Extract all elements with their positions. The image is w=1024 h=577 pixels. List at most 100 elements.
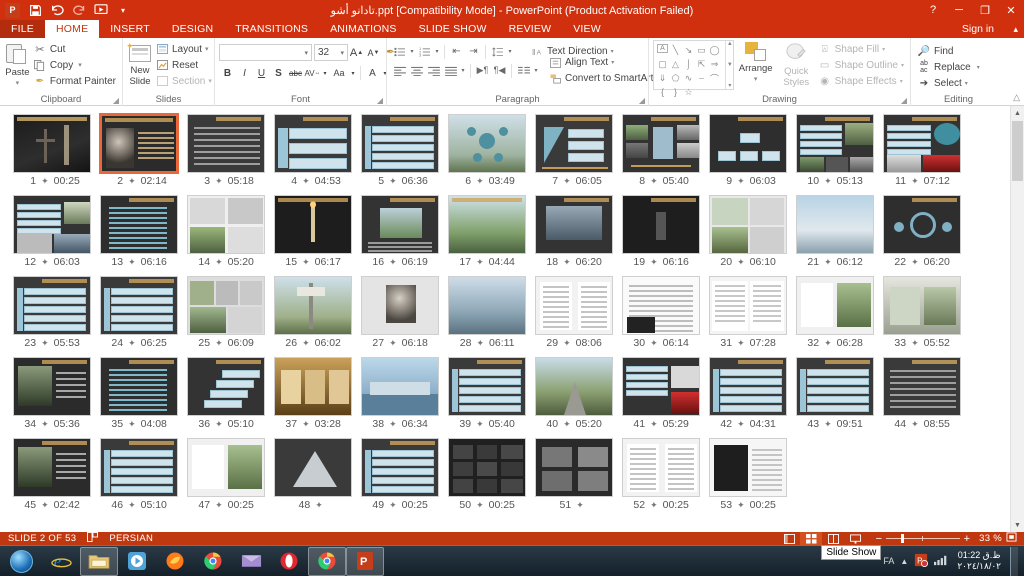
transition-star-icon[interactable]: ✦ — [911, 338, 919, 349]
slide-thumbnail-cell[interactable]: 38✦06:34 — [356, 357, 443, 432]
slide-thumbnail-cell[interactable]: 9✦06:03 — [704, 114, 791, 189]
new-slide-button[interactable]: ✦ New Slide — [127, 40, 153, 87]
transition-star-icon[interactable]: ✦ — [737, 176, 745, 187]
transition-star-icon[interactable]: ✦ — [389, 500, 397, 511]
transition-star-icon[interactable]: ✦ — [476, 176, 484, 187]
shapes-scroll-down-icon[interactable]: ▼ — [727, 62, 733, 68]
normal-view-button[interactable] — [778, 532, 800, 545]
columns-button[interactable] — [515, 63, 532, 79]
slide-thumbnail[interactable] — [796, 276, 874, 335]
shape-line-icon[interactable]: ╲ — [669, 43, 682, 57]
slide-thumbnail-cell[interactable]: 10✦05:13 — [791, 114, 878, 189]
drawing-dialog-launcher-icon[interactable]: ◢ — [901, 96, 907, 105]
slide-thumbnail-cell[interactable]: 39✦05:40 — [443, 357, 530, 432]
fit-to-window-button[interactable] — [1002, 532, 1020, 545]
tab-insert[interactable]: INSERT — [99, 20, 161, 38]
slide-thumbnail[interactable] — [796, 357, 874, 416]
justify-dropdown-icon[interactable]: ▾ — [459, 63, 467, 79]
slide-thumbnail[interactable] — [535, 438, 613, 497]
paste-button[interactable]: Paste ▾ — [4, 40, 31, 89]
shapes-gallery-scrollbar[interactable]: ▲ ▼ ▾ — [725, 41, 733, 89]
tab-slide-show[interactable]: SLIDE SHOW — [408, 20, 498, 38]
slide-thumbnail-cell[interactable]: 17✦04:44 — [443, 195, 530, 270]
slide-thumbnail[interactable] — [535, 276, 613, 335]
transition-star-icon[interactable]: ✦ — [650, 419, 658, 430]
shape-effects-button[interactable]: ◉ Shape Effects ▾ — [816, 73, 906, 89]
shapes-scroll-up-icon[interactable]: ▲ — [727, 41, 733, 47]
slide-thumbnail[interactable] — [13, 438, 91, 497]
slide-thumbnail[interactable] — [709, 357, 787, 416]
system-tray[interactable]: Slide Show FA ▲ P 01:22 ظ.ق ٢٠٢٤/١٨/٠٢ — [883, 547, 1024, 576]
opera-taskbar-icon[interactable] — [270, 547, 308, 576]
shape-arrow-icon[interactable]: ↘ — [682, 43, 695, 57]
slide-thumbnail[interactable] — [100, 438, 178, 497]
slide-thumbnail[interactable] — [535, 357, 613, 416]
numbering-button[interactable]: 123 — [416, 44, 433, 60]
notes-icon[interactable] — [87, 532, 98, 545]
right-to-left-button[interactable]: ¶◀ — [491, 63, 508, 79]
convert-to-smartart-button[interactable]: Convert to SmartArt ▾ — [546, 71, 661, 87]
slide-thumbnail[interactable] — [13, 114, 91, 173]
font-name-input[interactable]: ▾ — [219, 44, 312, 61]
section-button[interactable]: Section ▾ — [153, 73, 214, 89]
shape-fill-dropdown-icon[interactable]: ▾ — [882, 46, 885, 53]
firefox-taskbar-icon[interactable] — [156, 547, 194, 576]
slide-thumbnail[interactable] — [274, 114, 352, 173]
transition-star-icon[interactable]: ✦ — [128, 257, 136, 268]
transition-star-icon[interactable]: ✦ — [476, 257, 484, 268]
transition-star-icon[interactable]: ✦ — [563, 176, 571, 187]
scrollbar-thumb[interactable] — [1012, 121, 1023, 181]
reset-button[interactable]: Reset — [153, 57, 214, 73]
transition-star-icon[interactable]: ✦ — [650, 338, 658, 349]
mail-taskbar-icon[interactable] — [232, 547, 270, 576]
shape-outline-button[interactable]: ▭ Shape Outline ▾ — [816, 57, 906, 73]
transition-star-icon[interactable]: ✦ — [476, 500, 484, 511]
transition-star-icon[interactable]: ✦ — [128, 338, 136, 349]
align-right-button[interactable] — [425, 63, 442, 79]
replace-button[interactable]: abac Replace ▾ — [915, 59, 982, 75]
shape-outline-dropdown-icon[interactable]: ▾ — [901, 62, 904, 69]
transition-star-icon[interactable]: ✦ — [911, 176, 919, 187]
chrome-taskbar-icon[interactable] — [194, 547, 232, 576]
slide-thumbnail[interactable] — [535, 114, 613, 173]
transition-star-icon[interactable]: ✦ — [215, 419, 223, 430]
slide-thumbnail-cell[interactable]: 3✦05:18 — [182, 114, 269, 189]
slide-thumbnail[interactable] — [274, 276, 352, 335]
undo-icon[interactable] — [46, 1, 68, 19]
transition-star-icon[interactable]: ✦ — [215, 500, 223, 511]
slide-thumbnail-cell[interactable]: 21✦06:12 — [791, 195, 878, 270]
slide-thumbnail-cell[interactable]: 44✦08:55 — [878, 357, 965, 432]
slide-thumbnail[interactable] — [100, 357, 178, 416]
slide-thumbnail-cell[interactable]: 34✦05:36 — [8, 357, 95, 432]
minimize-icon[interactable]: ─ — [946, 0, 972, 20]
tray-show-hidden-icon[interactable]: ▲ — [900, 557, 908, 566]
quick-access-toolbar[interactable]: P ▾ — [0, 0, 134, 20]
slide-thumbnail[interactable] — [883, 195, 961, 254]
slide-thumbnail[interactable] — [187, 276, 265, 335]
slide-thumbnail-cell[interactable]: 52✦00:25 — [617, 438, 704, 513]
slide-thumbnail-cell[interactable]: 42✦04:31 — [704, 357, 791, 432]
slide-thumbnail[interactable] — [622, 357, 700, 416]
transition-star-icon[interactable]: ✦ — [389, 338, 397, 349]
slide-grid[interactable]: 1✦00:25 2✦02:14 3✦05:18 4✦04:53 5✦06:36 … — [0, 106, 1024, 519]
shape-elbow-connector-icon[interactable]: ⌡ — [682, 57, 695, 71]
italic-button[interactable]: I — [236, 65, 253, 82]
transition-star-icon[interactable]: ✦ — [215, 338, 223, 349]
transition-star-icon[interactable]: ✦ — [824, 176, 832, 187]
slide-thumbnail-cell[interactable]: 45✦02:42 — [8, 438, 95, 513]
help-icon[interactable]: ? — [920, 0, 946, 20]
tab-review[interactable]: REVIEW — [498, 20, 563, 38]
underline-button[interactable]: U — [253, 65, 270, 82]
slide-thumbnail[interactable] — [622, 276, 700, 335]
transition-star-icon[interactable]: ✦ — [389, 419, 397, 430]
select-dropdown-icon[interactable]: ▾ — [965, 80, 968, 87]
media-player-taskbar-icon[interactable] — [118, 547, 156, 576]
slide-thumbnail[interactable] — [13, 357, 91, 416]
transition-star-icon[interactable]: ✦ — [650, 176, 658, 187]
slide-thumbnail-cell[interactable]: 49✦00:25 — [356, 438, 443, 513]
shape-fill-button[interactable]: ⍓ Shape Fill ▾ — [816, 41, 906, 57]
format-painter-button[interactable]: ✒ Format Painter — [31, 73, 118, 89]
slide-thumbnail[interactable] — [883, 114, 961, 173]
transition-star-icon[interactable]: ✦ — [41, 338, 49, 349]
transition-star-icon[interactable]: ✦ — [650, 257, 658, 268]
